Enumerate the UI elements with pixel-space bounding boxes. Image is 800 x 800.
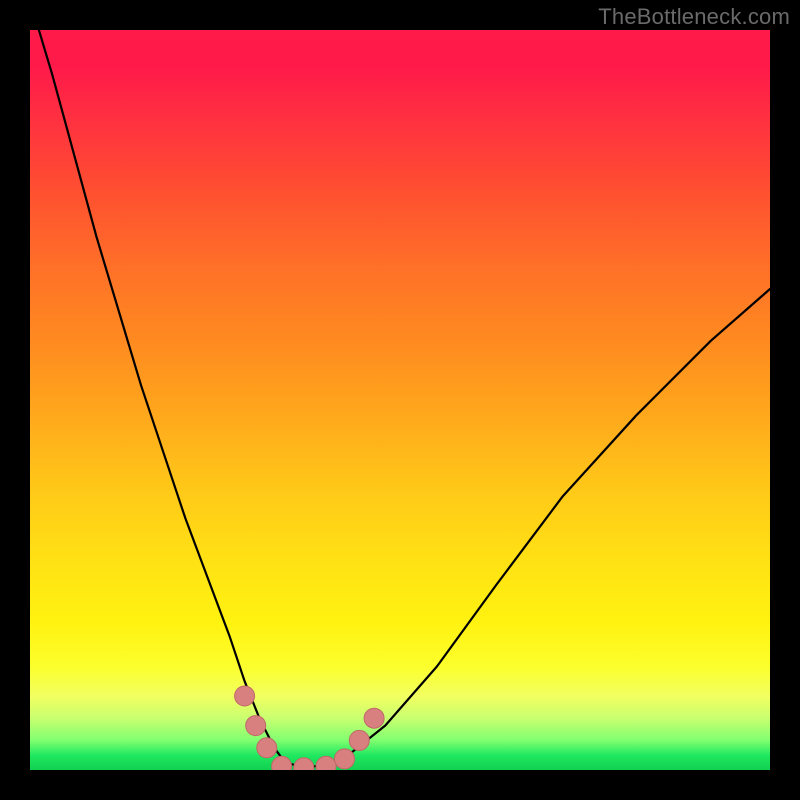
marker-m4 [272,756,292,770]
marker-m6 [316,756,336,770]
curve-layer [30,30,770,770]
marker-m3 [257,738,277,758]
marker-m9 [364,708,384,728]
markers-group [235,686,385,770]
marker-m2 [246,716,266,736]
plot-area [30,30,770,770]
watermark-text: TheBottleneck.com [598,4,790,30]
bottleneck-curve [30,30,770,766]
marker-m8 [349,730,369,750]
marker-m7 [335,749,355,769]
marker-m1 [235,686,255,706]
chart-frame: TheBottleneck.com [0,0,800,800]
marker-m5 [294,758,314,770]
